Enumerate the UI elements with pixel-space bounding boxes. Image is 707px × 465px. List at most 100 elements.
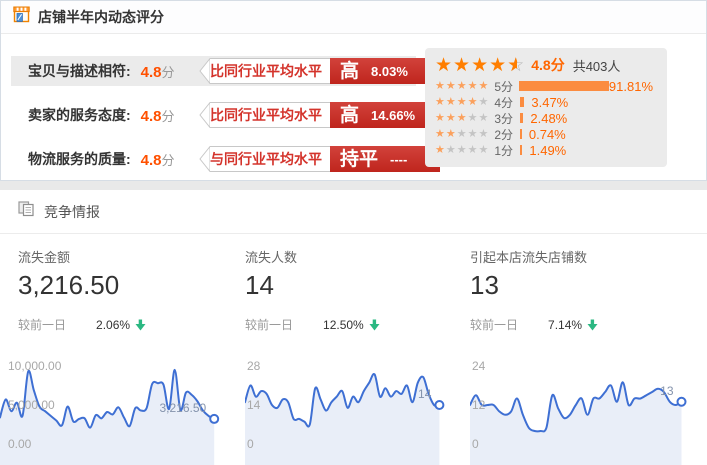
score-breakdown: ★★★★★5分91.81%★★★★★4分3.47%★★★★★3分2.48%★★★… <box>435 78 655 158</box>
metric-title: 引起本店流失店铺数 <box>470 247 707 266</box>
compare-text: 比同行业平均水平 <box>210 58 330 84</box>
compare-word: 高 <box>340 62 359 81</box>
rater-count: 共403人 <box>573 56 621 75</box>
y-axis-tick: 14 <box>247 399 260 411</box>
y-axis-tick: 5,000.00 <box>8 399 55 411</box>
metric-value: 13 <box>470 270 707 301</box>
overall-score: 4.8分 <box>531 55 564 75</box>
empty-star-icon: ★ <box>457 127 468 140</box>
star-icon: ★ <box>446 111 457 124</box>
empty-star-icon: ★ <box>479 95 490 108</box>
documents-icon <box>18 201 35 222</box>
rating-score-suffix: 分 <box>162 65 175 80</box>
trend-chart[interactable]: 13 24 12 0 <box>470 356 707 465</box>
last-point-label: 13 <box>660 384 674 398</box>
star-icon: ★ <box>435 95 446 108</box>
metric-compare: 较前一日12.50% <box>245 316 470 333</box>
rating-label: 物流服务的质量: <box>28 149 131 169</box>
down-arrow-icon <box>369 319 380 331</box>
star-icon: ★ <box>471 54 489 76</box>
row-stars: ★★★★★ <box>435 128 489 140</box>
metrics-row: 流失金额 3,216.50较前一日 2.06% 流失人数 14 较前一日12.50% 引起本… <box>0 234 707 333</box>
empty-star-icon: ★ <box>446 143 457 156</box>
badge-notch-icon <box>199 58 210 84</box>
empty-star-icon: ★ <box>468 111 479 124</box>
rating-rows: 宝贝与描述相符:4.8分比同行业平均水平高8.03%卖家的服务态度:4.8分比同… <box>1 56 421 188</box>
score-label: 1分 <box>494 142 518 159</box>
y-axis-tick: 0 <box>472 438 479 450</box>
compare-value: ---- <box>390 152 407 167</box>
star-icon: ★ <box>457 79 468 92</box>
metric-block: 流失人数 14 较前一日12.50% <box>245 247 470 333</box>
chart-canvas[interactable]: 14 <box>245 356 461 465</box>
trend-chart[interactable]: 3,216.5010,000.005,000.000.00 <box>0 356 245 465</box>
compare-period-label: 较前一日 <box>245 316 293 333</box>
metric-value: 3,216.50 <box>18 270 245 301</box>
rating-label: 卖家的服务态度: <box>28 105 131 125</box>
metric-compare: 较前一日7.14% <box>470 316 707 333</box>
shop-icon <box>13 6 30 28</box>
star-icon: ★ <box>446 127 457 140</box>
metric-value: 14 <box>245 270 470 301</box>
last-point-marker <box>435 401 443 409</box>
compare-value: 8.03% <box>371 64 408 79</box>
star-icon: ★ <box>435 111 446 124</box>
compare-value: 14.66% <box>371 108 415 123</box>
score-label: 5分 <box>494 78 517 95</box>
star-icon: ★ <box>479 79 490 92</box>
shop-rating-title: 店铺半年内动态评分 <box>38 7 164 27</box>
score-percent: 0.74% <box>529 127 566 142</box>
last-point-label: 3,216.50 <box>159 401 206 415</box>
compare-badge: 比同行业平均水平高 14.66% <box>199 102 440 128</box>
score-breakdown-row: ★★★★★4分3.47% <box>435 94 655 110</box>
star-icon: ★ <box>446 79 457 92</box>
metric-title: 流失金额 <box>18 247 245 266</box>
y-axis-tick: 28 <box>247 360 260 372</box>
section-divider <box>0 181 707 190</box>
metric-block: 流失金额3,216.50较前一日2.06% <box>0 247 245 333</box>
compare-badge: 与同行业平均水平持平---- <box>199 146 440 172</box>
y-axis-tick: 0 <box>247 438 254 450</box>
score-bar <box>520 97 524 107</box>
half-star-fill: ★ <box>507 55 517 75</box>
y-axis-tick: 12 <box>472 399 485 411</box>
change-percent: 2.06% <box>96 318 130 332</box>
charts-row: 3,216.5010,000.005,000.000.0014281401324… <box>0 356 707 465</box>
empty-star-icon: ★ <box>479 127 490 140</box>
competition-header: 竞争情报 <box>0 190 707 234</box>
rating-score: 4.8分 <box>141 150 175 169</box>
metric-title: 流失人数 <box>245 247 470 266</box>
star-icon: ★ <box>489 54 507 76</box>
score-percent: 91.81% <box>609 79 653 94</box>
rating-label: 宝贝与描述相符: <box>28 61 131 81</box>
trend-chart[interactable]: 1428140 <box>245 356 470 465</box>
badge-notch-icon <box>199 102 210 128</box>
competition-panel: 竞争情报 流失金额3,216.50较前一日2.06%流失人数14较前一日12.5… <box>0 190 707 465</box>
score-breakdown-row: ★★★★★3分2.48% <box>435 110 655 126</box>
rating-row: 卖家的服务态度:4.8分比同行业平均水平高14.66% <box>11 100 416 130</box>
score-bar <box>519 81 609 91</box>
chart-area <box>470 382 682 465</box>
star-icon: ★ <box>468 95 479 108</box>
compare-word: 高 <box>340 106 359 125</box>
chart-area <box>245 374 439 465</box>
chart-canvas[interactable]: 13 <box>470 356 705 465</box>
shop-rating-panel: 店铺半年内动态评分 宝贝与描述相符:4.8分比同行业平均水平高8.03%卖家的服… <box>0 0 707 181</box>
empty-star-icon: ★ <box>479 111 490 124</box>
rating-summary-top: ★★★★☆★ 4.8分 共403人 <box>435 55 655 75</box>
score-percent: 1.49% <box>529 143 566 158</box>
last-point-marker <box>210 415 218 423</box>
rating-row: 宝贝与描述相符:4.8分比同行业平均水平高8.03% <box>11 56 416 86</box>
row-stars: ★★★★★ <box>435 96 489 108</box>
score-label: 3分 <box>494 110 518 127</box>
y-axis-tick: 0.00 <box>8 438 31 450</box>
empty-star-icon: ★ <box>457 143 468 156</box>
y-axis-tick: 24 <box>472 360 485 372</box>
star-icon: ★ <box>435 127 446 140</box>
score-bar <box>520 145 522 155</box>
compare-result: 高 14.66% <box>330 102 440 128</box>
compare-text: 比同行业平均水平 <box>210 102 330 128</box>
rating-row: 物流服务的质量:4.8分与同行业平均水平持平---- <box>11 144 416 174</box>
half-star-icon: ☆★ <box>507 55 525 75</box>
shop-rating-header: 店铺半年内动态评分 <box>1 1 706 34</box>
